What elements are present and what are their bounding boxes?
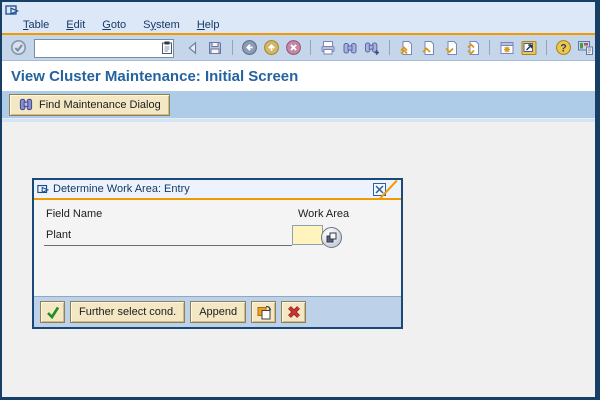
find-next-button[interactable] (362, 38, 381, 58)
system-menu-icon[interactable] (5, 3, 20, 21)
find-next-icon (364, 40, 380, 56)
find-binoculars-icon (18, 97, 34, 112)
append-button[interactable]: Append (190, 301, 246, 323)
menu-goto[interactable]: Goto (102, 19, 126, 31)
command-field-wrap (34, 38, 174, 57)
dialog-footer: Further select cond. Append (34, 296, 401, 327)
possible-entries-icon (326, 232, 337, 243)
next-page-button[interactable] (441, 38, 460, 58)
enter-button[interactable] (9, 38, 28, 58)
window-titlebar (2, 2, 595, 16)
previous-page-button[interactable] (419, 38, 438, 58)
dialog-titlebar[interactable]: Determine Work Area: Entry (34, 180, 401, 200)
back-triangle-icon (185, 40, 201, 56)
field-row-label: Plant (46, 229, 71, 241)
enter-check-icon (10, 39, 27, 56)
save-icon (207, 40, 223, 56)
append-label: Append (199, 306, 237, 318)
possible-entries-button[interactable] (321, 227, 342, 248)
main-area: Determine Work Area: Entry Field Name Wo… (2, 122, 595, 365)
create-shortcut-icon (521, 40, 537, 56)
find-maintenance-dialog-label: Find Maintenance Dialog (39, 99, 161, 111)
exit-circle-icon (263, 39, 280, 56)
page-title: View Cluster Maintenance: Initial Screen (2, 61, 595, 91)
work-area-input[interactable] (292, 225, 323, 245)
new-session-button[interactable] (497, 38, 516, 58)
toolbar-separator (489, 40, 490, 55)
customize-layout-button[interactable] (576, 38, 595, 58)
print-icon (320, 40, 336, 56)
create-shortcut-button[interactable] (519, 38, 538, 58)
toolbar-separator (310, 40, 311, 55)
field-name-header: Field Name (46, 208, 102, 220)
toolbar-separator (389, 40, 390, 55)
help-icon: ? (555, 39, 572, 56)
sap-gui-screen: Table Edit Goto System Help (0, 0, 600, 400)
application-toolbar: Find Maintenance Dialog (2, 91, 595, 118)
cancel-dialog-button[interactable] (281, 301, 306, 323)
toolbar-separator (232, 40, 233, 55)
previous-page-icon (420, 40, 436, 56)
red-x-icon (286, 304, 302, 320)
selection-options-button[interactable] (251, 301, 276, 323)
back-triangle-button[interactable] (183, 38, 202, 58)
menu-edit[interactable]: Edit (66, 19, 85, 31)
print-button[interactable] (318, 38, 337, 58)
find-button[interactable] (340, 38, 359, 58)
exit-button[interactable] (262, 38, 281, 58)
find-binoculars-icon (342, 40, 358, 56)
menu-help[interactable]: Help (197, 19, 220, 31)
first-page-button[interactable] (397, 38, 416, 58)
toolbar-separator (546, 40, 547, 55)
dialog-title: Determine Work Area: Entry (53, 183, 190, 195)
work-area-header: Work Area (298, 208, 349, 220)
cancel-button[interactable] (284, 38, 303, 58)
selection-options-icon (256, 304, 272, 320)
back-circle-icon (241, 39, 258, 56)
dialog-window-icon (37, 183, 50, 195)
menu-system[interactable]: System (143, 19, 180, 31)
new-session-icon (499, 40, 515, 56)
back-button[interactable] (240, 38, 259, 58)
svg-text:?: ? (560, 42, 566, 54)
find-maintenance-dialog-button[interactable]: Find Maintenance Dialog (9, 94, 170, 116)
determine-work-area-dialog: Determine Work Area: Entry Field Name Wo… (32, 178, 403, 329)
next-page-icon (443, 40, 459, 56)
standard-toolbar: ? (2, 35, 595, 61)
continue-button[interactable] (40, 301, 65, 323)
command-field[interactable] (34, 39, 174, 58)
last-page-icon (465, 40, 481, 56)
window-arrow-icon (5, 4, 20, 16)
cancel-circle-icon (285, 39, 302, 56)
field-row-underline (44, 245, 292, 246)
customize-layout-icon (577, 39, 594, 56)
dialog-body: Field Name Work Area Plant (34, 200, 401, 294)
first-page-icon (398, 40, 414, 56)
sap-window: Table Edit Goto System Help (0, 0, 600, 400)
further-select-cond-button[interactable]: Further select cond. (70, 301, 185, 323)
further-select-cond-label: Further select cond. (79, 306, 176, 318)
command-history-icon[interactable] (162, 41, 172, 59)
menu-table[interactable]: Table (23, 19, 49, 31)
save-button[interactable] (205, 38, 224, 58)
menu-bar: Table Edit Goto System Help (2, 16, 595, 33)
green-check-icon (45, 304, 61, 320)
last-page-button[interactable] (463, 38, 482, 58)
help-button[interactable]: ? (554, 38, 573, 58)
